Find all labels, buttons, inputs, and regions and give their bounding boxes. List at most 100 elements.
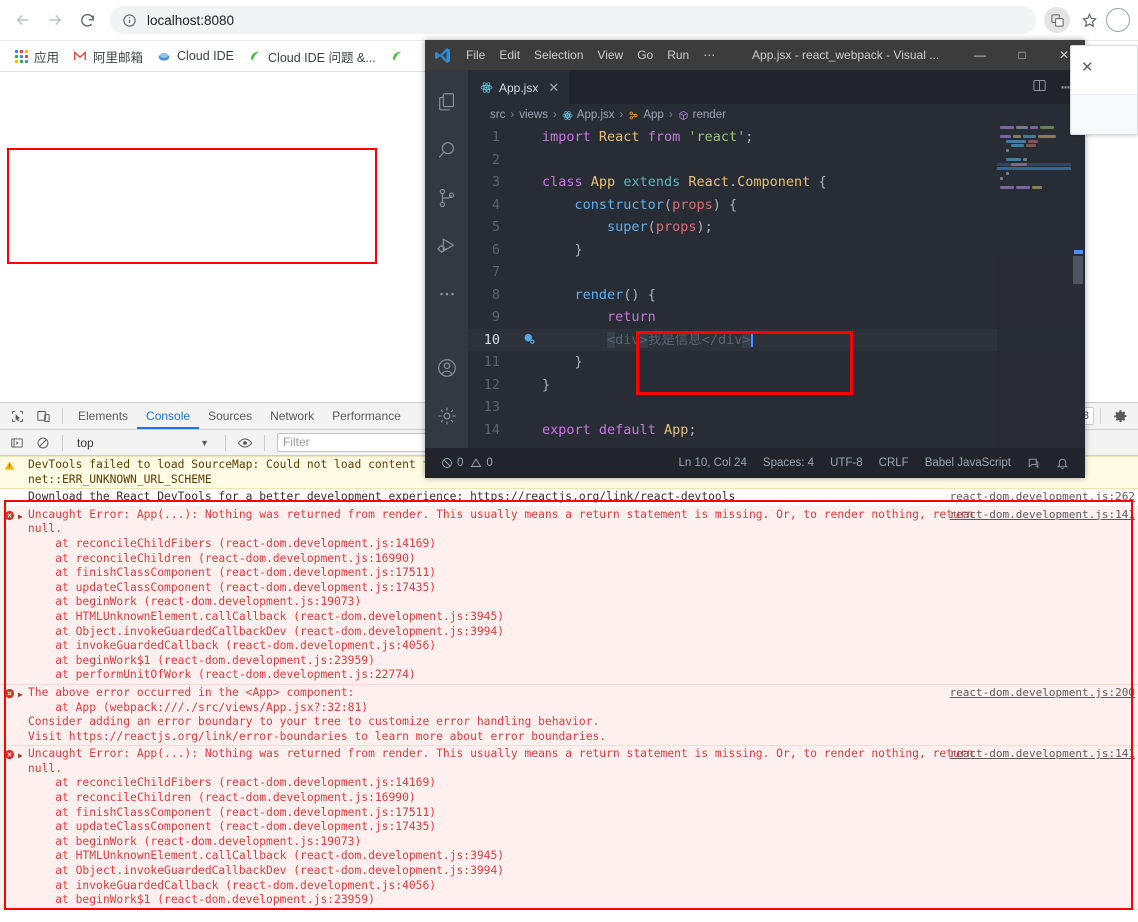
bookmark-alimail[interactable]: 阿里邮箱 (66, 44, 150, 68)
leaf-icon (390, 49, 404, 63)
vscode-titlebar: File Edit Selection View Go Run ⋯ App.js… (425, 40, 1085, 70)
tab-app-jsx[interactable]: App.jsx ✕ (468, 70, 570, 104)
tab-elements[interactable]: Elements (69, 403, 137, 429)
statusbar-language-mode[interactable]: Babel JavaScript (917, 457, 1019, 469)
console-message-error[interactable]: ▶ The above error occurred in the <App> … (0, 684, 1138, 747)
breadcrumb-symbol-render[interactable]: render (678, 109, 726, 121)
clear-console-icon[interactable] (30, 431, 56, 455)
bookmark-extra[interactable] (383, 44, 417, 68)
back-button[interactable] (8, 5, 38, 35)
vscode-menubar: File Edit Selection View Go Run ⋯ (459, 48, 722, 62)
menu-selection[interactable]: Selection (527, 48, 590, 62)
search-icon[interactable] (425, 126, 468, 174)
split-editor-icon[interactable] (1025, 78, 1054, 97)
breadcrumb-symbol-app[interactable]: App (628, 109, 664, 121)
minimap-line (997, 158, 1071, 162)
minimap-line (997, 162, 1071, 166)
line-number: 2 (491, 151, 500, 168)
feedback-icon[interactable] (1019, 457, 1048, 470)
popup-footer (1071, 95, 1137, 134)
account-icon[interactable] (425, 344, 468, 392)
menu-more[interactable]: ⋯ (696, 48, 722, 62)
line-number: 5 (491, 219, 500, 235)
more-views-icon[interactable] (425, 270, 468, 318)
editor-vertical-scrollbar[interactable] (1071, 126, 1085, 448)
console-messages[interactable]: DevTools failed to load SourceMap: Could… (0, 456, 1138, 922)
breadcrumb-views[interactable]: views (519, 109, 548, 121)
minimize-button[interactable]: — (959, 40, 1001, 70)
address-bar-url: localhost:8080 (147, 12, 235, 28)
forward-button[interactable] (40, 5, 70, 35)
settings-gear-icon[interactable] (1107, 404, 1133, 428)
menu-edit[interactable]: Edit (492, 48, 527, 62)
statusbar-cursor-position[interactable]: Ln 10, Col 24 (671, 457, 755, 469)
minimap-line (997, 148, 1071, 152)
message-source-link[interactable]: react-dom.development.js:262 (950, 490, 1135, 505)
execution-context-selector[interactable]: top ▼ (69, 433, 219, 453)
breadcrumb-separator: › (510, 109, 515, 121)
translate-extension-icon[interactable] (1044, 7, 1070, 33)
line-number: 7 (491, 264, 500, 280)
address-bar[interactable]: localhost:8080 (110, 6, 1036, 34)
message-line: at reconcileChildren (react-dom.developm… (28, 551, 416, 565)
tab-sources[interactable]: Sources (199, 403, 261, 429)
gutter (516, 194, 542, 217)
console-message-error[interactable]: ▶ Uncaught Error: App(...): Nothing was … (0, 746, 1138, 910)
message-source-link[interactable]: react-dom.development.js:200 (950, 686, 1135, 701)
menu-run[interactable]: Run (660, 48, 696, 62)
bookmark-star-icon[interactable] (1076, 7, 1102, 33)
message-line: at finishClassComponent (react-dom.devel… (28, 805, 437, 819)
run-and-debug-icon[interactable] (425, 222, 468, 270)
breakpoint-glyph-icon[interactable] (516, 329, 542, 352)
tab-close-icon[interactable]: ✕ (548, 80, 559, 96)
live-expression-icon[interactable] (232, 431, 258, 455)
tab-network[interactable]: Network (261, 403, 323, 429)
bell-icon[interactable] (1048, 457, 1077, 470)
tab-performance[interactable]: Performance (323, 403, 410, 429)
line-number: 12 (483, 376, 500, 393)
statusbar-eol[interactable]: CRLF (871, 457, 917, 469)
execute-top-icon[interactable] (4, 431, 30, 455)
console-message-error[interactable]: ▶ Uncaught Error: App(...): Nothing was … (0, 506, 1138, 685)
bookmark-cloud-ide[interactable]: Cloud IDE (150, 44, 241, 68)
expand-triangle-icon[interactable]: ▶ (18, 749, 23, 764)
statusbar-indentation[interactable]: Spaces: 4 (755, 457, 822, 469)
vscode-body: App.jsx ✕ ⋯ src › views › App.jsx › App … (425, 70, 1085, 448)
toggle-device-toolbar-icon[interactable] (30, 404, 56, 428)
message-line: at finishClassComponent (react-dom.devel… (28, 566, 437, 580)
tab-console[interactable]: Console (137, 403, 199, 429)
breadcrumb-file[interactable]: App.jsx (562, 109, 615, 121)
source-control-icon[interactable] (425, 174, 468, 222)
bookmark-cloud-ide-issues[interactable]: Cloud IDE 问题 &... (241, 44, 383, 68)
statusbar-encoding[interactable]: UTF-8 (822, 457, 871, 469)
breadcrumb-src[interactable]: src (490, 109, 505, 121)
expand-triangle-icon[interactable]: ▶ (18, 510, 23, 525)
page-info-icon[interactable] (122, 13, 137, 28)
expand-triangle-icon[interactable]: ▶ (18, 688, 23, 703)
menu-go[interactable]: Go (630, 48, 660, 62)
editor-tabbar: App.jsx ✕ ⋯ (468, 70, 1085, 104)
code-line: 12 } (468, 374, 1085, 397)
maximize-button[interactable]: □ (1001, 40, 1043, 70)
breadcrumb: src › views › App.jsx › App › render (468, 104, 1085, 126)
gutter (516, 284, 542, 307)
inspect-element-icon[interactable] (4, 404, 30, 428)
error-icon (4, 510, 15, 521)
message-source-link[interactable]: react-dom.development.js:141 (950, 508, 1135, 523)
scrollbar-thumb[interactable] (1073, 256, 1083, 284)
message-source-link[interactable]: react-dom.development.js:141 (950, 747, 1135, 762)
settings-gear-icon[interactable] (425, 392, 468, 440)
gutter (516, 216, 542, 239)
editor-minimap[interactable] (997, 126, 1071, 448)
profile-avatar[interactable] (1106, 8, 1130, 32)
menu-view[interactable]: View (590, 48, 630, 62)
reload-button[interactable] (72, 5, 102, 35)
close-icon[interactable]: ✕ (1081, 58, 1094, 76)
console-message-info[interactable]: Download the React DevTools for a better… (0, 489, 1138, 507)
cloud-ide-icon (157, 49, 171, 63)
code-content[interactable]: 1 import React from 'react'; 2 3 class A… (468, 126, 1085, 448)
explorer-icon[interactable] (425, 78, 468, 126)
menu-file[interactable]: File (459, 48, 492, 62)
bookmark-apps[interactable]: 应用 (8, 44, 66, 68)
statusbar-problems[interactable]: 0 0 (433, 457, 501, 469)
